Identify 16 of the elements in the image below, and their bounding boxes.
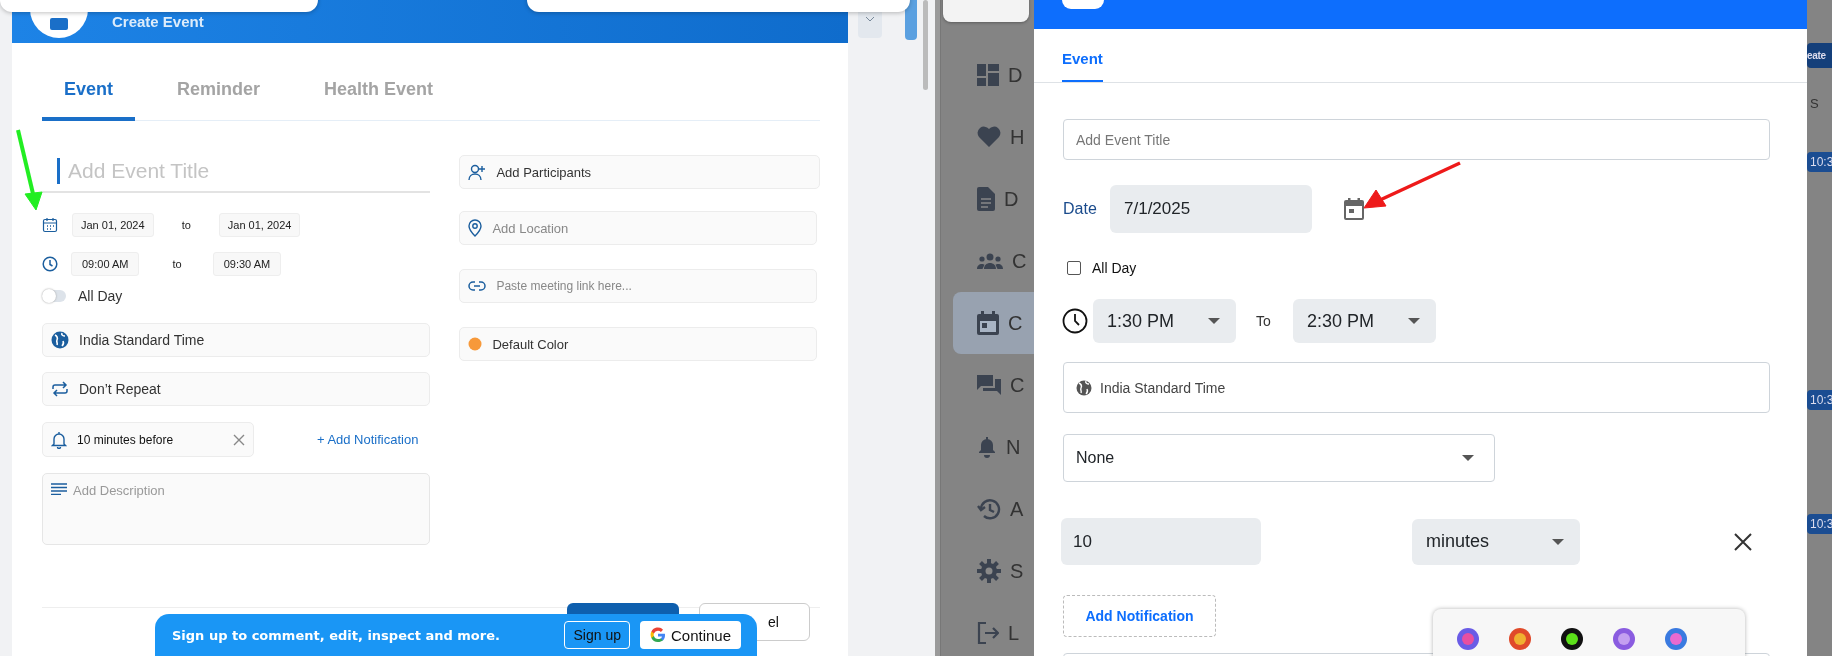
repeat-text: Don’t Repeat xyxy=(79,381,161,397)
separator-text: to xyxy=(172,258,182,270)
notification-text: 10 minutes before xyxy=(77,432,175,447)
participants-text: Add Participants xyxy=(496,164,592,180)
toggle-label: All Day xyxy=(78,288,123,304)
meeting-link-text: Paste meeting link here... xyxy=(496,279,632,293)
checkbox-label: All Day xyxy=(1092,259,1137,276)
date-label: Date xyxy=(1063,200,1098,218)
separator-text: To xyxy=(1256,313,1272,329)
separator-text: to xyxy=(181,219,191,231)
dialog-title: Create Event xyxy=(112,13,204,30)
column-header: S xyxy=(1809,96,1820,111)
location-text: Add Location xyxy=(492,220,569,236)
color-text: Default Color xyxy=(492,336,569,352)
banner-text: Sign up to comment, edit, inspect and more. xyxy=(172,627,501,643)
timezone-text: India Standard Time xyxy=(79,332,205,348)
